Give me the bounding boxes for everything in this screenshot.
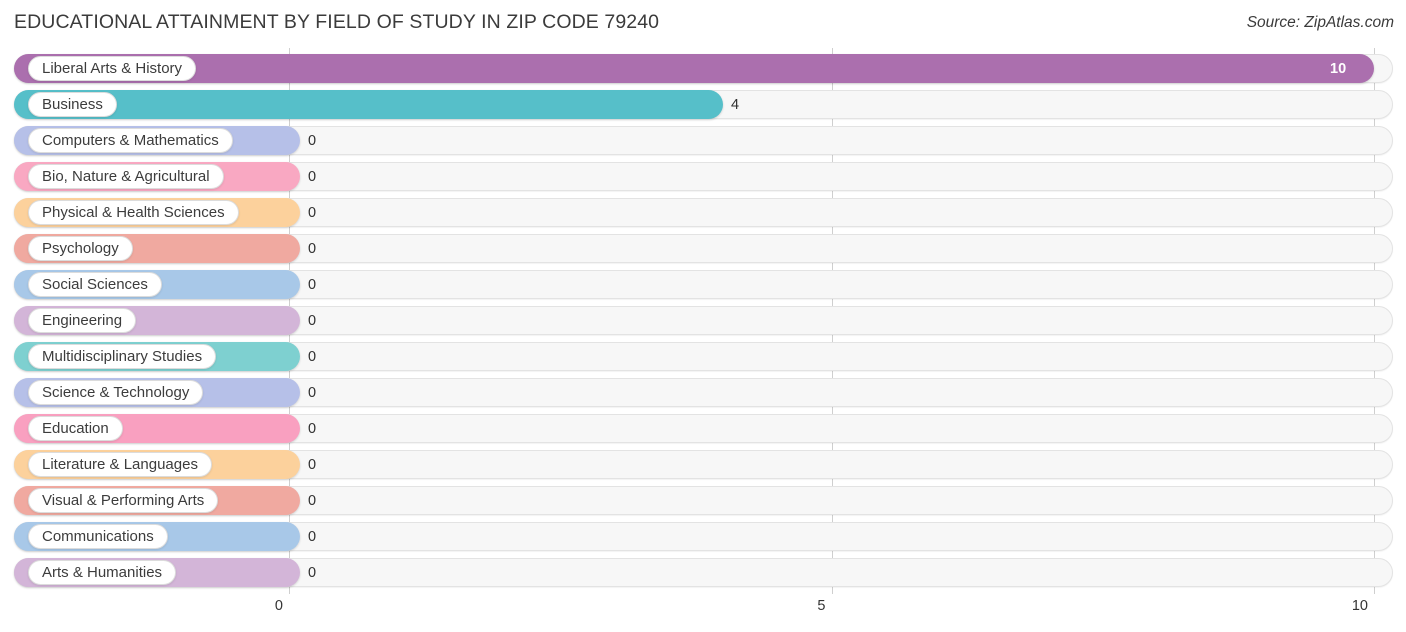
category-label-pill: Bio, Nature & Agricultural [28, 164, 224, 189]
table-row[interactable]: Business 4 [14, 90, 1393, 119]
category-label-pill: Business [28, 92, 117, 117]
category-label: Social Sciences [42, 276, 148, 293]
table-row[interactable]: Literature & Languages 0 [14, 450, 1393, 479]
x-tick-label-10: 10 [1351, 598, 1368, 614]
table-row[interactable]: Bio, Nature & Agricultural 0 [14, 162, 1393, 191]
bar-value-label: 0 [308, 456, 317, 473]
category-label: Physical & Health Sciences [42, 204, 225, 221]
category-label-pill: Science & Technology [28, 380, 204, 405]
x-tick-label-5: 5 [817, 598, 826, 614]
table-row[interactable]: Visual & Performing Arts 0 [14, 486, 1393, 515]
category-label: Science & Technology [42, 384, 190, 401]
category-label-pill: Arts & Humanities [28, 560, 177, 585]
table-row[interactable]: Science & Technology 0 [14, 378, 1393, 407]
category-label-pill: Physical & Health Sciences [28, 200, 239, 225]
bar-segment[interactable] [14, 54, 1374, 83]
category-label-pill: Social Sciences [28, 272, 162, 297]
category-label: Business [42, 96, 103, 113]
category-label-pill: Engineering [28, 308, 137, 333]
category-label-pill: Communications [28, 524, 168, 549]
bar-value-label: 4 [731, 96, 740, 113]
category-label: Visual & Performing Arts [42, 492, 205, 509]
category-label: Engineering [42, 312, 123, 329]
category-label-pill: Multidisciplinary Studies [28, 344, 217, 369]
table-row[interactable]: Engineering 0 [14, 306, 1393, 335]
bar-value-label: 0 [308, 204, 317, 221]
category-label: Computers & Mathematics [42, 132, 219, 149]
category-label: Psychology [42, 240, 119, 257]
category-label-pill: Liberal Arts & History [28, 56, 197, 81]
bar-value-label: 0 [308, 492, 317, 509]
category-label: Arts & Humanities [42, 564, 163, 581]
table-row[interactable]: Psychology 0 [14, 234, 1393, 263]
bar-value-label: 0 [308, 240, 317, 257]
table-row[interactable]: Education 0 [14, 414, 1393, 443]
table-row[interactable]: Liberal Arts & History 10 [14, 54, 1393, 83]
table-row[interactable]: Arts & Humanities 0 [14, 558, 1393, 587]
category-label: Communications [42, 528, 154, 545]
bar-value-label: 0 [308, 564, 317, 581]
bar-value-label: 10 [1330, 60, 1347, 77]
bar-value-label: 0 [308, 312, 317, 329]
x-axis: 0 5 10 [0, 594, 1406, 632]
source-attribution: Source: ZipAtlas.com [1246, 14, 1394, 31]
table-row[interactable]: Computers & Mathematics 0 [14, 126, 1393, 155]
table-row[interactable]: Physical & Health Sciences 0 [14, 198, 1393, 227]
x-tick-label-0: 0 [274, 598, 283, 614]
category-label: Bio, Nature & Agricultural [42, 168, 210, 185]
bar-value-label: 0 [308, 528, 317, 545]
category-label: Education [42, 420, 109, 437]
plot-area: Liberal Arts & History 10 Business 4 Compute… [0, 46, 1406, 594]
category-label-pill: Visual & Performing Arts [28, 488, 219, 513]
chart-page: EDUCATIONAL ATTAINMENT BY FIELD OF STUDY… [0, 0, 1406, 632]
category-label-pill: Psychology [28, 236, 133, 261]
bar-value-label: 0 [308, 348, 317, 365]
page-title: EDUCATIONAL ATTAINMENT BY FIELD OF STUDY… [14, 11, 660, 33]
table-row[interactable]: Communications 0 [14, 522, 1393, 551]
category-label-pill: Literature & Languages [28, 452, 212, 477]
bar-segment[interactable] [14, 90, 723, 119]
table-row[interactable]: Social Sciences 0 [14, 270, 1393, 299]
category-label: Liberal Arts & History [42, 60, 183, 77]
bar-value-label: 0 [308, 420, 317, 437]
bar-value-label: 0 [308, 168, 317, 185]
category-label-pill: Computers & Mathematics [28, 128, 233, 153]
bar-value-label: 0 [308, 132, 317, 149]
category-label: Literature & Languages [42, 456, 198, 473]
table-row[interactable]: Multidisciplinary Studies 0 [14, 342, 1393, 371]
bar-value-label: 0 [308, 276, 317, 293]
category-label-pill: Education [28, 416, 123, 441]
category-label: Multidisciplinary Studies [42, 348, 203, 365]
bar-value-label: 0 [308, 384, 317, 401]
chart-header: EDUCATIONAL ATTAINMENT BY FIELD OF STUDY… [0, 0, 1406, 46]
